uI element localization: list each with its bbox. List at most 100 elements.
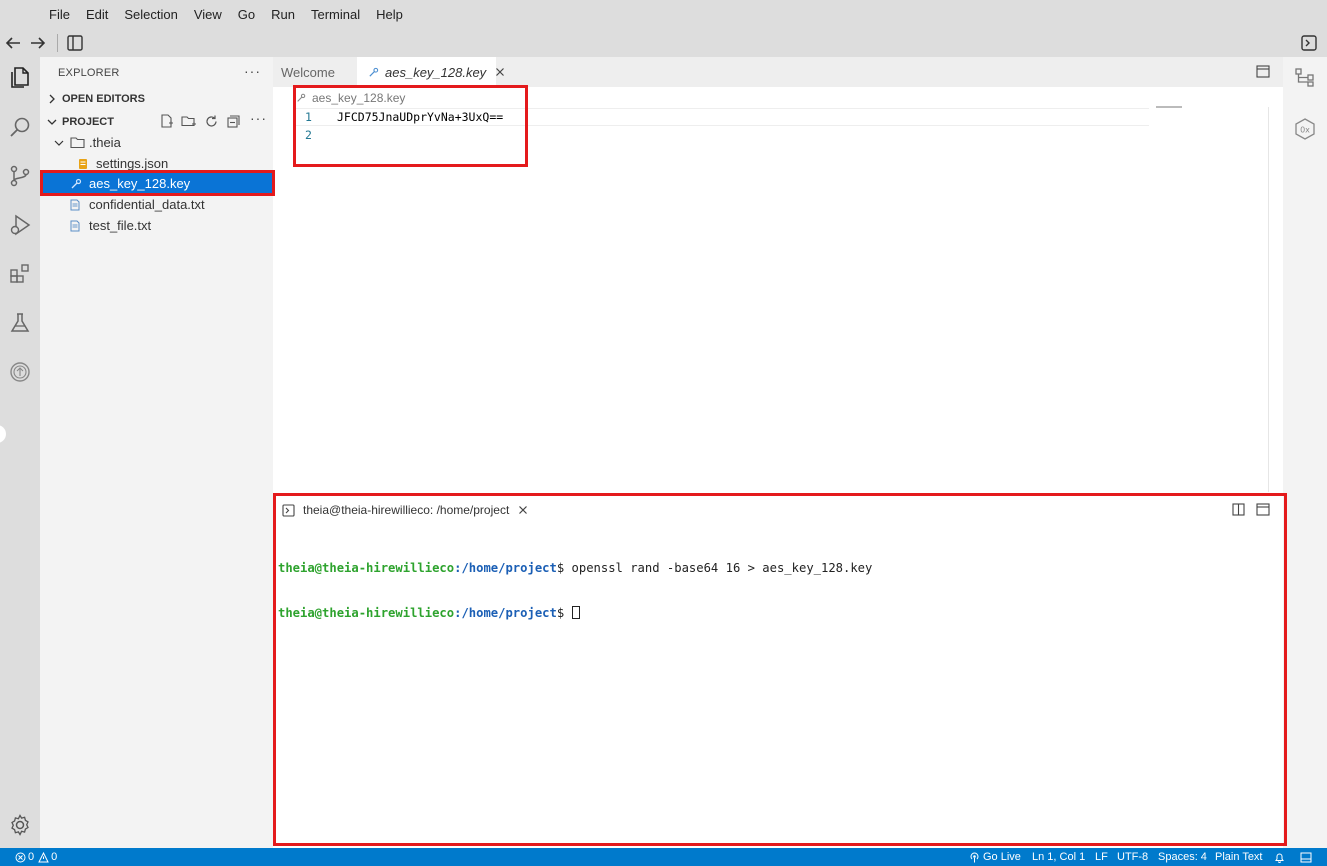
project-section[interactable]: PROJECT ···	[40, 110, 273, 132]
menu-view[interactable]: View	[186, 0, 230, 29]
breadcrumb-divider	[293, 108, 1149, 109]
project-label: PROJECT	[62, 116, 114, 128]
run-debug-icon	[10, 214, 31, 236]
key-icon	[70, 178, 82, 190]
menu-file[interactable]: File	[41, 0, 78, 29]
minimap[interactable]	[1156, 106, 1182, 108]
split-terminal-icon[interactable]	[1232, 503, 1245, 516]
outline-icon[interactable]	[1294, 66, 1316, 88]
terminal-line: theia@theia-hirewillieco:/home/project$ …	[278, 561, 872, 576]
right-sidebar: 0x	[1283, 57, 1327, 848]
tree-item-label: .theia	[89, 135, 121, 150]
project-more-button[interactable]: ···	[250, 110, 267, 126]
open-editors-section[interactable]: OPEN EDITORS	[40, 89, 273, 109]
chevron-down-icon	[45, 115, 59, 129]
open-editors-label: OPEN EDITORS	[62, 93, 145, 105]
activity-testing[interactable]	[5, 308, 35, 338]
terminal-command: $ openssl rand -base64 16 > aes_key_128.…	[556, 561, 873, 575]
explorer-more-button[interactable]: ···	[244, 63, 261, 79]
go-live-button[interactable]: Go Live	[969, 848, 1021, 866]
encoding-indicator[interactable]: UTF-8	[1117, 848, 1148, 866]
activity-source-control[interactable]	[5, 161, 35, 191]
menu-selection[interactable]: Selection	[116, 0, 185, 29]
activity-explorer[interactable]	[5, 62, 35, 92]
menu-bar: File Edit Selection View Go Run Terminal…	[0, 0, 1327, 29]
close-icon[interactable]	[495, 67, 505, 77]
terminal-path: :/home/project	[454, 561, 557, 575]
activity-remote[interactable]	[5, 357, 35, 387]
code-line[interactable]: JFCD75JnaUDprYvNa+3UxQ==	[337, 110, 503, 124]
notifications-button[interactable]	[1274, 848, 1285, 866]
tree-item-label: test_file.txt	[89, 218, 152, 233]
panel-layout-icon	[1300, 852, 1312, 862]
maximize-editor-icon[interactable]	[1256, 65, 1270, 78]
svg-text:0x: 0x	[1300, 126, 1310, 135]
language-mode[interactable]: Plain Text	[1215, 848, 1263, 866]
tree-item-aes-key[interactable]: aes_key_128.key	[40, 173, 273, 194]
menu-terminal[interactable]: Terminal	[303, 0, 368, 29]
status-bar: 0 0 Go Live Ln 1, Col 1 LF UTF-8 Spaces:…	[0, 848, 1327, 866]
terminal-output[interactable]: theia@theia-hirewillieco:/home/project$ …	[278, 531, 872, 651]
back-button[interactable]	[3, 33, 23, 53]
tree-circle-icon	[10, 362, 30, 382]
editor-scrollbar[interactable]	[1268, 107, 1269, 492]
problems-indicator[interactable]: 0 0	[15, 848, 57, 866]
cursor-position[interactable]: Ln 1, Col 1	[1032, 848, 1085, 866]
menu-run[interactable]: Run	[263, 0, 303, 29]
forward-button[interactable]	[28, 33, 48, 53]
maximize-panel-icon[interactable]	[1256, 503, 1270, 516]
line-number: 2	[305, 128, 312, 142]
eol-indicator[interactable]: LF	[1095, 848, 1108, 866]
chevron-right-icon	[45, 92, 59, 106]
new-file-icon[interactable]	[159, 114, 174, 132]
tab-aes-key[interactable]: aes_key_128.key	[357, 57, 505, 87]
refresh-icon[interactable]	[204, 114, 219, 132]
collapse-all-icon[interactable]	[226, 114, 241, 132]
new-folder-icon[interactable]	[181, 114, 197, 132]
layout-sidebar-icon	[67, 35, 83, 51]
activity-search[interactable]	[5, 112, 35, 142]
close-icon[interactable]	[518, 505, 528, 515]
sidebar-collapse-handle[interactable]	[0, 425, 6, 443]
menu-go[interactable]: Go	[230, 0, 263, 29]
key-icon	[296, 93, 306, 103]
menu-edit[interactable]: Edit	[78, 0, 116, 29]
key-icon	[368, 67, 379, 78]
activity-settings[interactable]	[5, 810, 35, 840]
tree-item-label: confidential_data.txt	[89, 197, 205, 212]
toggle-panel-button[interactable]	[1299, 33, 1319, 53]
go-live-label: Go Live	[983, 851, 1021, 863]
terminal-user: theia@theia-hirewillieco	[278, 561, 455, 575]
menu-help[interactable]: Help	[368, 0, 411, 29]
memory-inspector-icon[interactable]: 0x	[1293, 117, 1317, 141]
gear-icon	[11, 814, 29, 836]
tree-item-confidential-data[interactable]: confidential_data.txt	[40, 194, 273, 215]
explorer-sidebar: EXPLORER ··· OPEN EDITORS PROJECT ··· .t…	[40, 57, 273, 848]
terminal-panel: theia@theia-hirewillieco: /home/project …	[273, 493, 1283, 848]
activity-run-debug[interactable]	[5, 210, 35, 240]
warning-count: 0	[51, 851, 58, 863]
tree-item-theia[interactable]: .theia	[40, 132, 273, 153]
toolbar-divider	[57, 34, 58, 52]
tree-item-label: aes_key_128.key	[89, 176, 191, 191]
editor-tab-bar: Welcome aes_key_128.key	[273, 57, 1283, 87]
terminal-tab[interactable]: theia@theia-hirewillieco: /home/project	[282, 503, 528, 517]
code-editor[interactable]: aes_key_128.key 1 JFCD75JnaUDprYvNa+3UxQ…	[273, 87, 1283, 492]
breadcrumb: aes_key_128.key	[296, 91, 405, 105]
search-icon	[10, 117, 30, 137]
terminal-path: :/home/project	[454, 606, 557, 620]
breadcrumb-file[interactable]: aes_key_128.key	[312, 91, 405, 105]
layout-toggle-button[interactable]	[1300, 848, 1312, 866]
terminal-user: theia@theia-hirewillieco	[278, 606, 455, 620]
terminal-icon	[282, 503, 295, 517]
terminal-panel-icon	[1301, 35, 1317, 51]
terminal-cursor	[571, 606, 580, 619]
activity-extensions[interactable]	[5, 259, 35, 289]
indentation-indicator[interactable]: Spaces: 4	[1158, 848, 1207, 866]
warning-icon	[38, 851, 49, 863]
tab-welcome[interactable]: Welcome	[273, 57, 357, 87]
toggle-sidebar-button[interactable]	[65, 33, 85, 53]
tree-item-test-file[interactable]: test_file.txt	[40, 215, 273, 236]
tree-item-settings-json[interactable]: settings.json	[40, 153, 273, 174]
arrow-left-icon	[5, 37, 20, 49]
